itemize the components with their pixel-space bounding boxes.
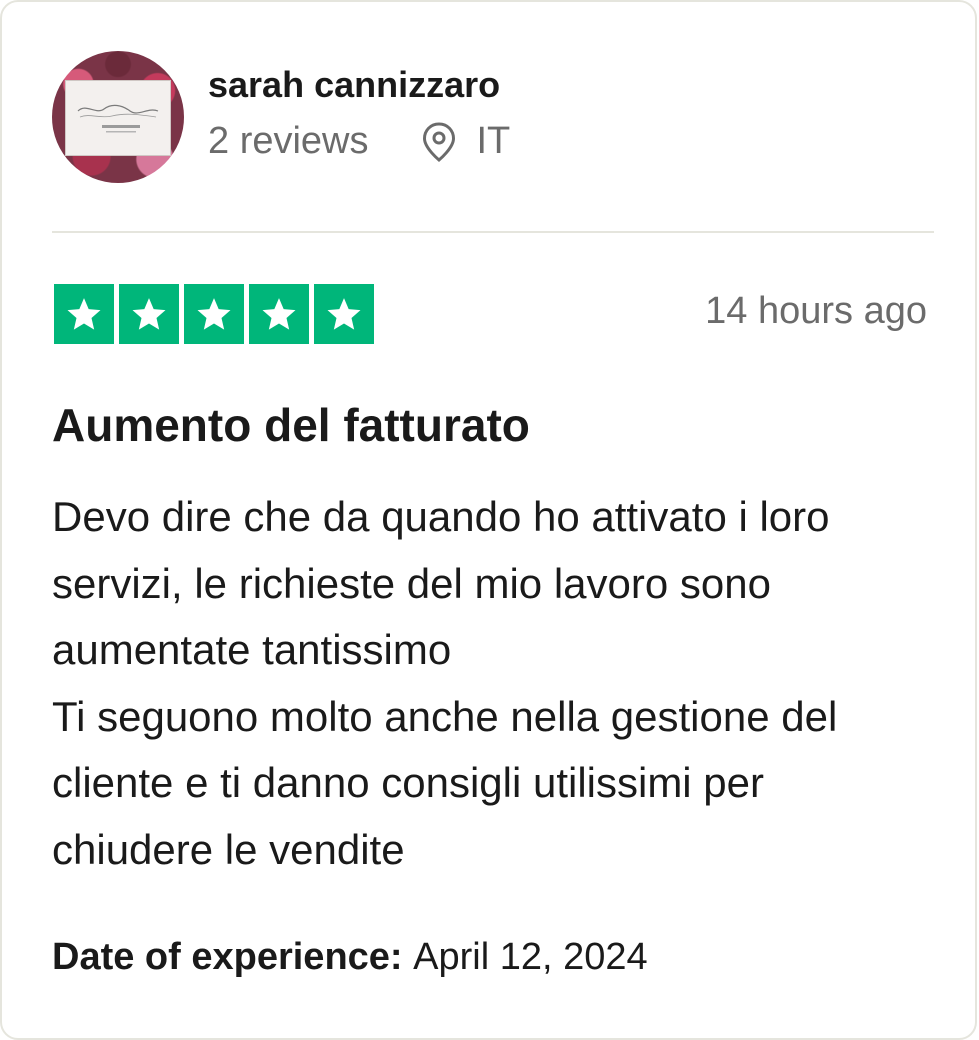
review-card: sarah cannizzaro 2 reviews IT 14 hours a… bbox=[0, 0, 977, 1040]
review-title[interactable]: Aumento del fatturato bbox=[52, 398, 530, 452]
reviewer-country: IT bbox=[476, 120, 511, 163]
star-icon bbox=[184, 284, 244, 344]
avatar[interactable] bbox=[52, 51, 184, 183]
reviewer-header: sarah cannizzaro 2 reviews IT bbox=[52, 50, 510, 184]
avatar-logo-graphic bbox=[66, 81, 170, 155]
location-pin-icon bbox=[422, 122, 455, 162]
star-icon bbox=[119, 284, 179, 344]
reviewer-info: sarah cannizzaro 2 reviews IT bbox=[208, 64, 510, 163]
header-divider bbox=[52, 231, 934, 233]
review-timestamp: 14 hours ago bbox=[705, 290, 927, 332]
experience-label: Date of experience: bbox=[52, 936, 414, 978]
star-icon bbox=[314, 284, 374, 344]
star-icon bbox=[249, 284, 309, 344]
avatar-logo bbox=[66, 81, 170, 155]
review-body: Devo dire che da quando ho attivato i lo… bbox=[52, 484, 932, 883]
star-icon bbox=[54, 284, 114, 344]
review-paragraph: Ti seguono molto anche nella gestione de… bbox=[52, 692, 838, 873]
reviewer-meta: 2 reviews IT bbox=[208, 120, 510, 163]
reviews-count: 2 reviews bbox=[208, 120, 369, 163]
review-paragraph: Devo dire che da quando ho attivato i lo… bbox=[52, 493, 830, 673]
reviewer-location: IT bbox=[421, 120, 511, 163]
experience-date: April 12, 2024 bbox=[413, 936, 648, 978]
star-rating bbox=[54, 284, 374, 344]
reviewer-name[interactable]: sarah cannizzaro bbox=[208, 63, 510, 106]
date-of-experience: Date of experience: April 12, 2024 bbox=[52, 936, 648, 979]
